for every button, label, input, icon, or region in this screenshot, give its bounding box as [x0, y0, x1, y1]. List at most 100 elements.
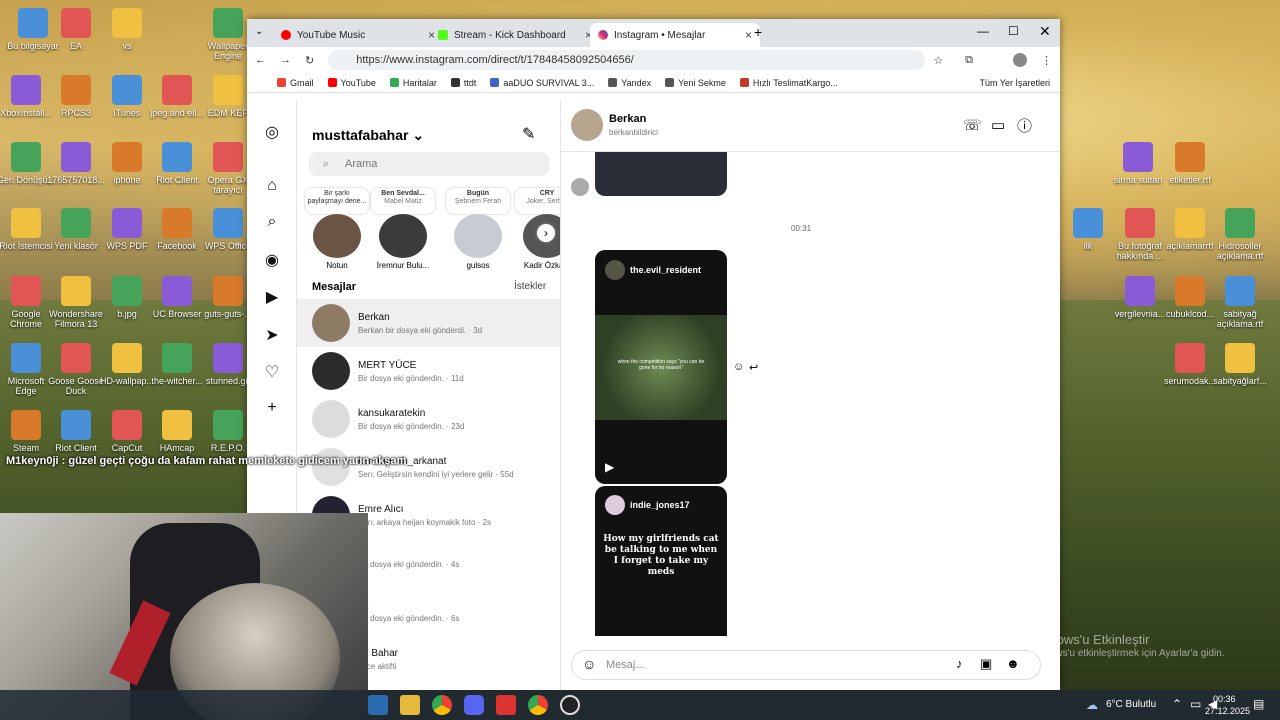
create-icon[interactable]: + — [262, 399, 282, 419]
thread-row[interactable]: MERT YÜCE Bir dosya eki gönderdin. · 11d — [297, 347, 560, 395]
discord-icon[interactable] — [464, 695, 484, 715]
avatar — [379, 214, 427, 258]
react-icon[interactable]: ☺ — [733, 361, 744, 373]
note-item[interactable]: Bir şarkı paylaşmayı dene... Notun — [305, 188, 369, 270]
search-input[interactable]: ⌕ Arama — [309, 152, 549, 176]
messages-icon[interactable]: ➤ — [262, 325, 282, 345]
search-placeholder: Arama — [345, 158, 378, 170]
all-bookmarks[interactable]: Tüm Yer İşaretleri — [979, 78, 1050, 88]
obs-icon[interactable] — [560, 695, 580, 715]
desktop-icon[interactable]: sabityağlarf... — [1210, 343, 1270, 386]
tab-search-icon[interactable]: ⌄ — [255, 26, 263, 37]
tray-chevron-icon[interactable]: ⌃ — [1172, 697, 1182, 711]
thread-name: -D — [358, 600, 459, 611]
extensions-icon[interactable]: ⧉ — [965, 54, 973, 67]
video-icon[interactable]: ▭ — [991, 116, 1005, 134]
messages-heading: Mesajlar — [312, 281, 357, 293]
image-icon[interactable]: ▣ — [980, 656, 992, 672]
home-icon[interactable]: ⌂ — [262, 177, 282, 197]
taskbar: ☁ 6°C Bulutlu ⌃ ▭ ◀ 00:36 27.12.2025 ▤ — [0, 690, 1280, 720]
desktop-app-icon — [61, 410, 91, 440]
shared-post-2[interactable]: indie_jones17 How my girlfriends cat be … — [595, 486, 727, 636]
forward-icon[interactable]: → — [280, 54, 291, 66]
shared-post-1[interactable]: the.evil_resident when the competition s… — [595, 250, 727, 484]
activation-watermark-title: Windows'u Etkinleştir — [1027, 632, 1150, 647]
chrome-icon[interactable] — [528, 695, 548, 715]
desktop-app-icon — [61, 208, 91, 238]
bookmark-item[interactable]: Haritalar — [389, 78, 437, 88]
desktop-icon[interactable]: ilk — [1058, 208, 1118, 251]
chrome-icon[interactable] — [432, 695, 452, 715]
requests-link[interactable]: İstekler — [514, 281, 546, 292]
chat-name[interactable]: Berkan — [609, 113, 646, 125]
thread-text: Emre Alıcı Sen: arkaya heijan koymakik fo… — [358, 504, 491, 527]
weather-text[interactable]: 6°C Bulutlu — [1106, 699, 1156, 710]
thread-row[interactable]: kansukaratekin Bir dosya eki gönderdin. ·… — [297, 395, 560, 443]
note-bubble: Bugün Şebnem Ferah — [446, 188, 510, 214]
compose-icon[interactable]: ✎ — [522, 124, 535, 144]
maximize-icon[interactable]: ☐ — [1008, 24, 1019, 38]
reels-icon[interactable]: ▶ — [262, 287, 282, 307]
message-input[interactable]: ☺ Mesaj... ♪ ▣ ☻ — [571, 650, 1041, 680]
close-icon[interactable]: × — [745, 28, 752, 42]
tab-title: Stream - Kick Dashboard — [454, 29, 566, 41]
bookmark-item[interactable]: Gmail — [277, 78, 314, 88]
desktop-app-icon — [11, 276, 41, 306]
bookmark-item[interactable]: Hızlı TeslimatKargo... — [739, 78, 838, 88]
star-icon[interactable]: ☆ — [933, 54, 943, 67]
minimize-icon[interactable]: — — [977, 24, 989, 38]
desktop-icon[interactable]: vs — [97, 8, 157, 51]
thread-row[interactable]: kerempsah_arkanat Sen: Geliştirsin kendin… — [297, 443, 560, 491]
note-item[interactable]: Bugün Şebnem Ferah gulsos — [446, 188, 510, 270]
note-item[interactable]: Ben Sevdal... Mabel Matiz İremnur Bulu... — [371, 188, 435, 270]
back-icon[interactable]: ← — [255, 54, 266, 66]
clock-time[interactable]: 00:36 — [1213, 694, 1236, 704]
avatar[interactable] — [571, 109, 603, 141]
desktop-app-icon — [11, 343, 41, 373]
menu-icon[interactable]: ⋮ — [1041, 54, 1052, 67]
thread-row[interactable]: Berkan Berkan bir dosya eki gönderdi. · 3… — [297, 299, 560, 347]
wps-icon[interactable] — [496, 695, 516, 715]
url-field[interactable]: https://www.instagram.com/direct/t/17848… — [328, 50, 926, 70]
desktop-icon[interactable]: sirma sultan — [1108, 142, 1168, 185]
bookmark-item[interactable]: Yeni Sekme — [665, 78, 726, 88]
desktop-app-icon — [162, 343, 192, 373]
tab-instagram[interactable]: Instagram • Mesajlar × — [590, 23, 760, 47]
bookmark-item[interactable]: Yandex — [608, 78, 651, 88]
phone-icon[interactable]: ☏ — [963, 116, 982, 134]
close-window-icon[interactable]: ✕ — [1039, 23, 1051, 40]
new-tab-icon[interactable]: + — [754, 24, 762, 40]
bookmark-item[interactable]: aaDUO SURVIVAL 3... — [490, 78, 594, 88]
notification-icon[interactable]: ▤ — [1253, 697, 1264, 711]
inbox-username[interactable]: musttafabahar ⌄ — [312, 127, 424, 144]
tab-youtube-music[interactable]: YouTube Music × — [273, 23, 443, 47]
notes-next-icon[interactable]: › — [537, 224, 555, 242]
thread-preview: Bir dosya eki gönderdin. · 11d — [358, 373, 464, 383]
search-icon[interactable]: ⌕ — [262, 213, 282, 233]
explore-icon[interactable]: ◉ — [262, 250, 282, 270]
profile-icon[interactable] — [1013, 53, 1027, 67]
sticker-icon[interactable]: ☻ — [1006, 656, 1020, 671]
emoji-icon[interactable]: ☺ — [582, 656, 596, 672]
app-icon[interactable] — [368, 695, 388, 715]
previous-post[interactable] — [595, 152, 727, 196]
bookmark-item[interactable]: YouTube — [327, 78, 376, 88]
file-explorer-icon[interactable] — [400, 695, 420, 715]
reply-icon[interactable]: ↩ — [749, 361, 758, 374]
desktop-icon[interactable]: etiketler.rtf — [1160, 142, 1220, 185]
heart-icon[interactable]: ♡ — [262, 362, 282, 382]
desktop-icon[interactable]: sabityağ açıklama.rtf — [1210, 276, 1270, 329]
weather-icon[interactable]: ☁ — [1086, 698, 1098, 712]
post-avatar — [605, 495, 625, 515]
clock-date[interactable]: 27.12.2025 — [1205, 706, 1250, 716]
network-icon[interactable]: ▭ — [1190, 697, 1201, 711]
tab-kick-dashboard[interactable]: Stream - Kick Dashboard × — [430, 23, 600, 47]
chat-panel: Berkan berkanbildirici ☏ ▭ ⓘ 00:31 the.e… — [561, 100, 1060, 690]
thread-preview: Bir dosya eki gönderdin. · 6s — [358, 613, 460, 623]
info-icon[interactable]: ⓘ — [1017, 115, 1032, 136]
bookmark-item[interactable]: ttdt — [450, 78, 476, 88]
desktop-icon[interactable]: Hidrosoller açıklama.rtf — [1210, 208, 1270, 261]
mic-icon[interactable]: ♪ — [956, 656, 963, 671]
reload-icon[interactable]: ↻ — [305, 54, 314, 67]
instagram-logo-icon[interactable]: ◎ — [262, 122, 282, 142]
